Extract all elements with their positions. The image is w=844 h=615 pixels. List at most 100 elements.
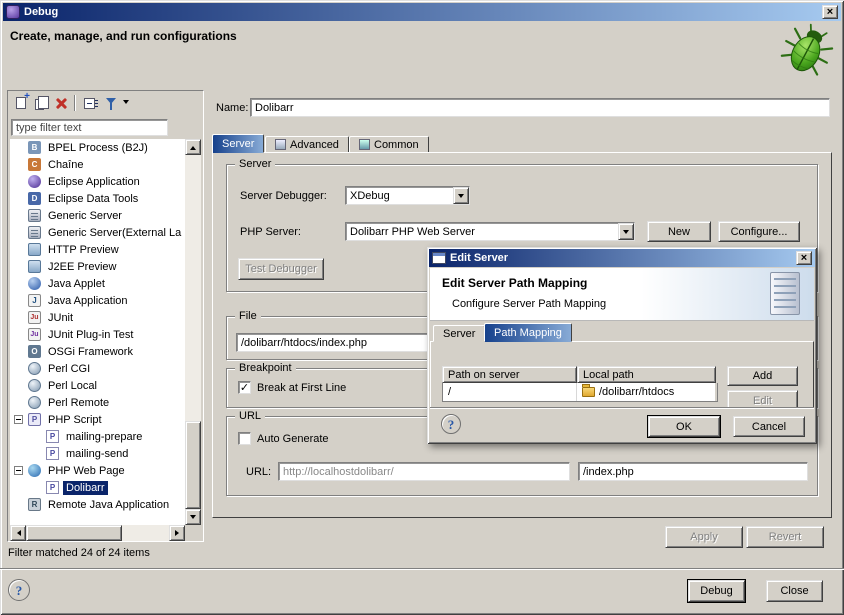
tree-vertical-scrollbar[interactable]	[185, 139, 201, 525]
chevron-down-icon[interactable]	[453, 187, 469, 204]
configure-server-button[interactable]: Configure...	[718, 221, 800, 242]
filter-menu-button[interactable]	[120, 94, 131, 112]
tab-common[interactable]: Common	[349, 136, 429, 153]
ok-button[interactable]: OK	[648, 416, 720, 437]
add-mapping-button[interactable]: Add	[727, 366, 798, 386]
filter-input[interactable]	[11, 119, 168, 136]
chevron-down-icon[interactable]	[618, 223, 634, 240]
new-configuration-button[interactable]	[12, 94, 30, 112]
junit-plugin-icon	[28, 328, 41, 341]
window-titlebar[interactable]: Debug ×	[3, 3, 841, 21]
apply-button[interactable]: Apply	[665, 526, 743, 548]
tree-item-http-preview[interactable]: HTTP Preview	[10, 241, 185, 258]
scroll-left-icon[interactable]	[10, 525, 26, 541]
server-debugger-value: XDebug	[350, 190, 390, 202]
tree-horizontal-scrollbar[interactable]	[10, 525, 185, 541]
column-header-local-path[interactable]: Local path	[577, 366, 716, 383]
tree-item-label: Perl CGI	[45, 362, 93, 376]
bug-image	[778, 20, 836, 80]
test-debugger-button[interactable]: Test Debugger	[238, 258, 324, 280]
help-button[interactable]: ?	[8, 579, 30, 601]
break-first-line-checkbox[interactable]	[238, 381, 251, 394]
server-debugger-combo[interactable]: XDebug	[345, 186, 470, 205]
tree-item-j2ee-preview[interactable]: J2EE Preview	[10, 258, 185, 275]
dialog-tab-server[interactable]: Server	[433, 325, 485, 342]
column-header-path-on-server[interactable]: Path on server	[442, 366, 577, 383]
filter-button[interactable]	[102, 94, 120, 112]
tree-item-osgi-framework[interactable]: OSGi Framework	[10, 343, 185, 360]
tree-item-php-script[interactable]: PHP Script	[10, 411, 185, 428]
auto-generate-checkbox[interactable]	[238, 432, 251, 445]
horizontal-scroll-thumb[interactable]	[26, 525, 122, 541]
server-path-cell: /	[443, 383, 577, 401]
tree-item-junit-plug-in-test[interactable]: JUnit Plug-in Test	[10, 326, 185, 343]
footer-separator	[0, 568, 844, 570]
tree-item-label: J2EE Preview	[45, 260, 119, 274]
eclipse-app-icon	[28, 175, 41, 188]
tree-item-java-applet[interactable]: Java Applet	[10, 275, 185, 292]
dialog-close-icon[interactable]: ×	[796, 251, 812, 265]
tree-item-generic-server-external-la[interactable]: Generic Server(External La	[10, 224, 185, 241]
name-input[interactable]	[250, 98, 830, 117]
tab-server[interactable]: Server	[212, 134, 264, 153]
tree-item-bpel-process-b2j-[interactable]: BPEL Process (B2J)	[10, 139, 185, 156]
debug-button[interactable]: Debug	[688, 580, 745, 602]
osgi-icon	[28, 345, 41, 358]
dialog-tab-path-mapping[interactable]: Path Mapping	[484, 323, 572, 342]
collapse-expander-icon[interactable]	[14, 466, 23, 475]
common-tab-icon	[359, 139, 370, 150]
file-group-legend: File	[235, 309, 261, 323]
duplicate-icon	[35, 99, 44, 110]
tree-item-label: mailing-send	[63, 447, 131, 461]
window-close-icon[interactable]: ×	[822, 5, 838, 19]
vertical-scroll-thumb[interactable]	[185, 421, 201, 509]
dialog-titlebar[interactable]: Edit Server ×	[429, 249, 815, 267]
tree-item-eclipse-application[interactable]: Eclipse Application	[10, 173, 185, 190]
collapse-expander-icon[interactable]	[14, 415, 23, 424]
tree-item-generic-server[interactable]: Generic Server	[10, 207, 185, 224]
close-button[interactable]: Close	[766, 580, 823, 602]
url-base-input[interactable]	[278, 462, 570, 481]
scroll-down-icon[interactable]	[185, 509, 201, 525]
tree-item-mailing-prepare[interactable]: mailing-prepare	[10, 428, 185, 445]
table-row[interactable]: / /dolibarr/htdocs	[442, 383, 718, 402]
tree-item-remote-java-application[interactable]: Remote Java Application	[10, 496, 185, 513]
page-title: Create, manage, and run configurations	[10, 29, 237, 43]
url-group-legend: URL	[235, 409, 265, 423]
tree-item-label: Perl Local	[45, 379, 100, 393]
tree-item-dolibarr[interactable]: Dolibarr	[10, 479, 185, 496]
config-tree[interactable]: BPEL Process (B2J)ChaîneEclipse Applicat…	[10, 139, 185, 525]
tab-advanced[interactable]: Advanced	[265, 136, 349, 153]
junit-icon	[28, 311, 41, 324]
bpel-icon	[28, 141, 41, 154]
local-path-cell: /dolibarr/htdocs	[577, 383, 715, 401]
scroll-up-icon[interactable]	[185, 139, 201, 155]
tree-item-mailing-send[interactable]: mailing-send	[10, 445, 185, 462]
tree-item-perl-local[interactable]: Perl Local	[10, 377, 185, 394]
php-server-combo[interactable]: Dolibarr PHP Web Server	[345, 222, 635, 241]
preview-icon	[28, 260, 41, 273]
url-path-input[interactable]	[578, 462, 808, 481]
tree-item-php-web-page[interactable]: PHP Web Page	[10, 462, 185, 479]
tree-item-cha-ne[interactable]: Chaîne	[10, 156, 185, 173]
delete-configuration-button[interactable]	[52, 94, 70, 112]
remote-java-icon	[28, 498, 41, 511]
collapse-all-button[interactable]	[80, 94, 98, 112]
configurations-sidebar: BPEL Process (B2J)ChaîneEclipse Applicat…	[7, 90, 204, 542]
dialog-help-button[interactable]: ?	[441, 414, 461, 434]
cancel-button[interactable]: Cancel	[733, 416, 805, 437]
duplicate-configuration-button[interactable]	[32, 94, 50, 112]
filter-status-text: Filter matched 24 of 24 items	[8, 547, 150, 559]
tree-item-perl-remote[interactable]: Perl Remote	[10, 394, 185, 411]
revert-button[interactable]: Revert	[746, 526, 824, 548]
tree-item-label: Java Applet	[45, 277, 108, 291]
tree-item-junit[interactable]: JUnit	[10, 309, 185, 326]
folder-icon	[582, 387, 595, 397]
scroll-right-icon[interactable]	[169, 525, 185, 541]
tree-item-perl-cgi[interactable]: Perl CGI	[10, 360, 185, 377]
server-icon	[28, 209, 41, 222]
tree-item-java-application[interactable]: Java Application	[10, 292, 185, 309]
tree-item-eclipse-data-tools[interactable]: Eclipse Data Tools	[10, 190, 185, 207]
new-server-button[interactable]: New	[647, 221, 711, 242]
php-file-icon	[46, 447, 59, 460]
